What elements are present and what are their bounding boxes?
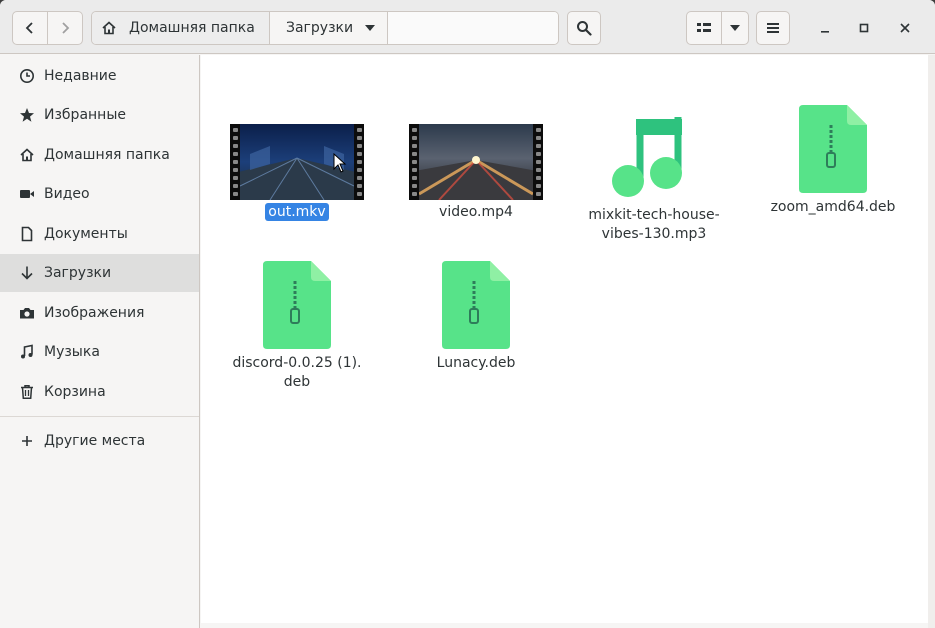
file-name: discord-0.0.25 (1). deb (232, 355, 362, 390)
sidebar-item-home[interactable]: Домашняя папка (0, 136, 199, 174)
chevron-right-icon (62, 22, 70, 34)
clock-icon (18, 67, 36, 85)
sidebar-item-videos[interactable]: Видео (0, 175, 199, 213)
archive-file-icon (799, 105, 867, 193)
sidebar-item-label: Документы (44, 226, 128, 242)
file-item[interactable]: out.mkv (222, 124, 372, 222)
file-item[interactable]: video.mp4 (401, 124, 551, 222)
breadcrumb-home[interactable]: Домашняя папка (92, 12, 270, 44)
archive-file-icon (442, 261, 510, 349)
close-button[interactable] (895, 18, 915, 38)
file-name: zoom_amd64.deb (770, 199, 896, 215)
file-item[interactable]: discord-0.0.25 (1). deb (222, 261, 372, 392)
sidebar-item-label: Корзина (44, 384, 106, 400)
file-item[interactable]: zoom_amd64.deb (758, 105, 908, 217)
minimize-button[interactable] (815, 18, 835, 38)
search-button[interactable] (567, 11, 601, 45)
chevron-down-icon (730, 25, 740, 31)
sidebar-item-trash[interactable]: Корзина (0, 373, 199, 411)
plus-icon (18, 432, 36, 450)
dropdown-arrow-icon[interactable] (365, 24, 375, 32)
back-button[interactable] (12, 11, 48, 45)
minimize-icon (821, 31, 829, 33)
file-name: video.mp4 (439, 204, 513, 220)
sidebar-item-music[interactable]: Музыка (0, 333, 199, 371)
close-icon (900, 23, 910, 33)
list-view-icon (697, 23, 711, 32)
file-manager-window: Домашняя папка Загрузки Недавние Избранн… (0, 0, 935, 628)
breadcrumb-current-label: Загрузки (286, 20, 354, 36)
audio-file-icon (612, 117, 682, 197)
scrollbar[interactable] (928, 55, 935, 628)
mouse-cursor-icon (333, 153, 347, 173)
chevron-left-icon (25, 22, 33, 34)
file-name: Lunacy.deb (436, 355, 516, 371)
home-icon (18, 146, 36, 164)
sidebar-item-label: Видео (44, 186, 90, 202)
sidebar-item-other-locations[interactable]: Другие места (0, 422, 199, 460)
hamburger-icon (767, 23, 779, 33)
file-name: mixkit-tech-house- vibes-130.mp3 (588, 207, 720, 242)
maximize-button[interactable] (854, 18, 874, 38)
main-menu-button[interactable] (756, 11, 790, 45)
sidebar-item-recent[interactable]: Недавние (0, 57, 199, 95)
search-icon (577, 21, 592, 36)
view-options-button[interactable] (721, 11, 749, 45)
trash-icon (18, 383, 36, 401)
view-mode-button[interactable] (686, 11, 722, 45)
file-view: out.mkv video.mp4 mixkit-tech-house- vib… (201, 55, 928, 623)
music-note-icon (18, 343, 36, 361)
header-bar: Домашняя папка Загрузки (0, 0, 935, 54)
home-icon (102, 21, 116, 35)
video-icon (18, 185, 36, 203)
sidebar-item-label: Изображения (44, 305, 145, 321)
path-bar: Домашняя папка Загрузки (91, 11, 559, 45)
sidebar-item-label: Избранные (44, 107, 126, 123)
sidebar-item-pictures[interactable]: Изображения (0, 294, 199, 332)
download-icon (18, 264, 36, 282)
breadcrumb-current[interactable]: Загрузки (270, 12, 388, 44)
sidebar-item-downloads[interactable]: Загрузки (0, 254, 199, 292)
file-item[interactable]: mixkit-tech-house- vibes-130.mp3 (579, 113, 729, 244)
star-icon (18, 106, 36, 124)
video-thumbnail (409, 124, 543, 200)
sidebar-item-documents[interactable]: Документы (0, 215, 199, 253)
forward-button[interactable] (47, 11, 83, 45)
archive-file-icon (263, 261, 331, 349)
sidebar-item-label: Загрузки (44, 265, 112, 281)
document-icon (18, 225, 36, 243)
camera-icon (18, 304, 36, 322)
sidebar-item-label: Музыка (44, 344, 100, 360)
file-item[interactable]: Lunacy.deb (401, 261, 551, 373)
path-bar-empty (388, 12, 558, 44)
sidebar-item-label: Недавние (44, 68, 117, 84)
file-name: out.mkv (265, 203, 329, 222)
sidebar: Недавние Избранные Домашняя папка Видео … (0, 55, 200, 628)
sidebar-item-label: Другие места (44, 433, 146, 449)
breadcrumb-home-label: Домашняя папка (129, 20, 255, 36)
sidebar-item-label: Домашняя папка (44, 147, 170, 163)
maximize-icon (859, 23, 869, 33)
sidebar-separator (0, 416, 199, 417)
sidebar-item-starred[interactable]: Избранные (0, 96, 199, 134)
